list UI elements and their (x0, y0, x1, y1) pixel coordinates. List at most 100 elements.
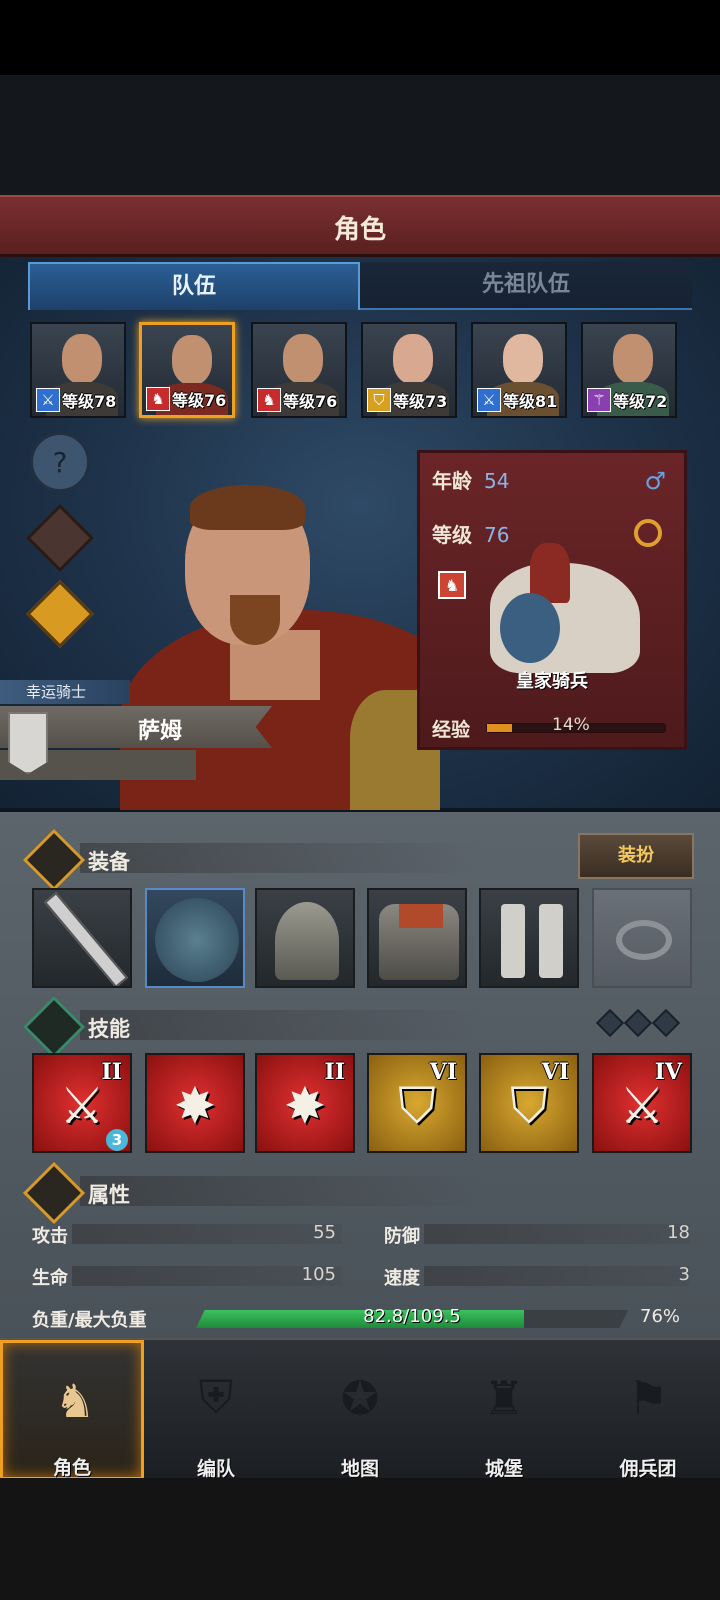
nav-label: 地图 (340, 1458, 379, 1480)
party-member-3[interactable]: ♞ 等级76 (251, 322, 347, 418)
section-divider (80, 1010, 480, 1040)
formation-icon: ⛨ (198, 1370, 234, 1424)
portrait-face (62, 334, 102, 384)
compass-icon: ✪ (340, 1371, 380, 1425)
boots-icon-right (539, 904, 563, 978)
sword-icon (43, 891, 129, 986)
equip-slot-armor[interactable] (367, 888, 467, 988)
skill-slot-6[interactable]: ⚔ IV (592, 1053, 692, 1153)
skills-title: 技能 (88, 1017, 130, 1041)
age-value: 54 (484, 469, 510, 493)
exp-percent: 14% (552, 715, 590, 735)
exp-label: 经验 (432, 719, 471, 741)
boots-icon (501, 904, 525, 978)
status-bar (0, 0, 720, 75)
weight-percent: 76% (640, 1306, 681, 1327)
horse-icon: ♞ (257, 388, 281, 412)
nav-label: 城堡 (484, 1458, 523, 1480)
hp-value: 105 (301, 1264, 336, 1285)
party-member-2[interactable]: ♞ 等级76 (139, 322, 235, 418)
sword-icon: ⚔ (477, 388, 501, 412)
castle-icon: ♜ (483, 1371, 525, 1425)
shield-icon: ⛉ (510, 1077, 548, 1135)
gem-slot-icon (595, 1008, 625, 1038)
skill-slot-4[interactable]: ⛉ VI (367, 1053, 467, 1153)
portrait-face (613, 334, 653, 384)
level-label: 等级72 (613, 392, 668, 411)
level-label: 等级 (432, 523, 472, 547)
heraldry-banner-icon[interactable] (8, 712, 48, 774)
equip-slot-weapon[interactable] (32, 888, 132, 988)
party-member-6[interactable]: ⚚ 等级72 (581, 322, 677, 418)
sword-icon: ⚔ (619, 1077, 665, 1135)
tab-ancestor-party[interactable]: 先祖队伍 (360, 262, 692, 310)
scarf-icon (399, 904, 443, 928)
party-member-5[interactable]: ⚔ 等级81 (471, 322, 567, 418)
level-label: 等级78 (62, 392, 117, 411)
skill-rank: II (101, 1059, 122, 1085)
sword-icon: ⚔ (36, 388, 60, 412)
question-icon: ? (52, 445, 68, 479)
hero-beard (230, 595, 280, 645)
page-title: 角色 (333, 215, 386, 245)
party-member-4[interactable]: ⛉ 等级73 (361, 322, 457, 418)
equipment-title: 装备 (88, 850, 130, 874)
age-label: 年龄 (432, 469, 472, 493)
skill-rank: VI (429, 1059, 457, 1085)
attack-label: 攻击 (32, 1226, 68, 1247)
gem-slot-icon (623, 1008, 653, 1038)
attributes-title: 属性 (88, 1183, 130, 1207)
defense-label: 防御 (384, 1226, 420, 1247)
nav-castle[interactable]: ♜ 城堡 (432, 1340, 576, 1480)
horse-icon: ♞ (146, 387, 170, 411)
ring-icon (616, 920, 672, 960)
sword-icon: ⚔ (59, 1077, 105, 1135)
header-bar: 角色 (0, 195, 720, 257)
nav-mercenaries[interactable]: ⚑ 佣兵团 (576, 1340, 720, 1480)
dress-up-button[interactable]: 装扮 (578, 833, 694, 879)
hp-label: 生命 (32, 1268, 68, 1289)
bottom-nav: ♞ 角色 ⛨ 编队 ✪ 地图 ♜ 城堡 ⚑ 佣兵团 (0, 1338, 720, 1480)
skill-rank: II (324, 1059, 345, 1085)
portrait-face (172, 335, 212, 385)
portrait-face (393, 334, 433, 384)
equip-slot-plume[interactable] (145, 888, 245, 988)
party-member-1[interactable]: ⚔ 等级78 (30, 322, 126, 418)
defense-value: 18 (667, 1222, 690, 1243)
weight-label: 负重/最大负重 (32, 1310, 147, 1331)
skill-rank: VI (541, 1059, 569, 1085)
nav-label: 角色 (52, 1457, 91, 1479)
impact-icon: ✸ (284, 1077, 326, 1135)
male-icon: ♂ (644, 467, 666, 495)
system-nav-area (0, 1478, 720, 1600)
skill-slot-1[interactable]: ⚔ II 3 (32, 1053, 132, 1153)
level-label: 等级76 (172, 391, 227, 410)
skill-slot-3[interactable]: ✸ II (255, 1053, 355, 1153)
nav-character[interactable]: ♞ 角色 (0, 1340, 144, 1480)
hero-info-card: 年龄 54 ♂ 等级 76 ♞ 皇家骑兵 经验 14% (417, 450, 687, 750)
shield-icon: ⛉ (398, 1077, 436, 1135)
banner-icon: ⚑ (627, 1371, 669, 1425)
equip-slot-boots[interactable] (479, 888, 579, 988)
skill-gem-slots (595, 1008, 684, 1038)
hero-hair (190, 485, 305, 530)
attack-value: 55 (313, 1222, 336, 1243)
skill-slot-5[interactable]: ⛉ VI (479, 1053, 579, 1153)
weight-value: 82.8/109.5 (363, 1306, 461, 1327)
ring-icon (634, 519, 662, 547)
equip-slot-ring[interactable] (592, 888, 692, 988)
shield-icon: ⛉ (367, 388, 391, 412)
helmet-icon (275, 902, 339, 980)
nav-label: 编队 (196, 1458, 235, 1480)
nav-formation[interactable]: ⛨ 编队 (144, 1340, 288, 1480)
cavalry-icon: ♞ (438, 571, 466, 599)
tab-party[interactable]: 队伍 (28, 262, 360, 310)
level-value: 76 (484, 523, 510, 547)
level-row: 等级 76 (432, 519, 509, 548)
equip-slot-helmet[interactable] (255, 888, 355, 988)
impact-icon: ✸ (174, 1077, 216, 1135)
skill-slot-2[interactable]: ✸ (145, 1053, 245, 1153)
top-backdrop (0, 75, 720, 195)
plume-illustration (500, 593, 560, 663)
nav-map[interactable]: ✪ 地图 (288, 1340, 432, 1480)
